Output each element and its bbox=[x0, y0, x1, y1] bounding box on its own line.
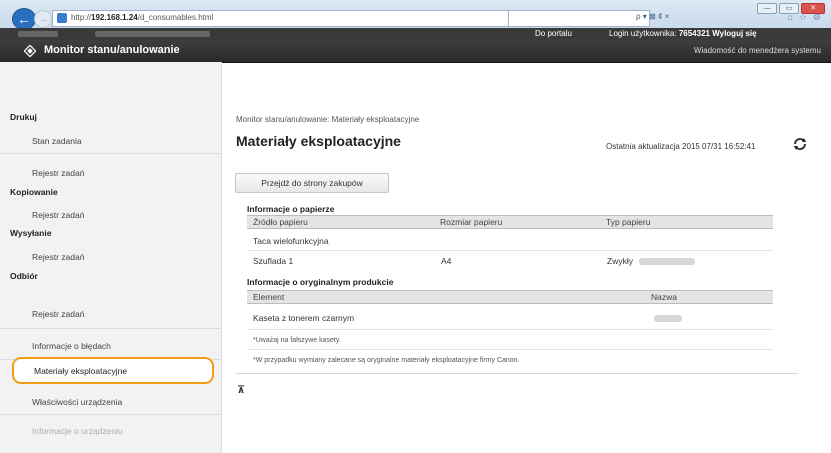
sidebar: Drukuj Stan zadania Rejestr zadań Kopiow… bbox=[0, 62, 222, 453]
login-value: 7654321 bbox=[678, 29, 710, 38]
refresh-icon[interactable] bbox=[792, 136, 808, 152]
back-button[interactable]: ← bbox=[12, 8, 36, 30]
gear-icon[interactable]: ⚙ bbox=[813, 12, 821, 23]
note-text: *W przypadku wymiany zalecane są orygina… bbox=[253, 357, 520, 364]
row-divider bbox=[247, 329, 773, 330]
home-icon[interactable]: ⌂ bbox=[787, 12, 792, 23]
column-header: Typ papieru bbox=[606, 217, 651, 227]
sidebar-heading-receive: Odbiór bbox=[10, 271, 38, 281]
row-divider bbox=[247, 349, 773, 350]
divider bbox=[0, 153, 221, 154]
arrow-right-icon: → bbox=[38, 14, 48, 24]
column-header: Nazwa bbox=[651, 292, 677, 302]
logout-link[interactable]: Wyloguj się bbox=[712, 29, 756, 38]
paper-table-header: Źródło papieru Rozmiar papieru Typ papie… bbox=[247, 215, 773, 229]
column-header: Źródło papieru bbox=[253, 217, 308, 227]
star-icon[interactable]: ☆ bbox=[799, 12, 807, 23]
sidebar-item-receive-log[interactable]: Rejestr zadań bbox=[0, 309, 253, 319]
divider bbox=[0, 328, 221, 329]
minimize-button[interactable]: — bbox=[757, 3, 777, 14]
buy-consumables-button[interactable]: Przejdź do strony zakupów bbox=[235, 173, 389, 193]
divider bbox=[236, 373, 798, 374]
address-tools[interactable]: ρ ▾ ⊠ ¢ × bbox=[636, 12, 669, 21]
row-divider bbox=[247, 250, 773, 251]
app-logo-icon bbox=[24, 45, 36, 57]
sidebar-heading-copy: Kopiowanie bbox=[10, 187, 58, 197]
browser-toolbar: ⌂ ☆ ⚙ bbox=[787, 12, 821, 23]
table-cell: Taca wielofunkcyjna bbox=[253, 236, 329, 246]
sidebar-item-job-status[interactable]: Stan zadania bbox=[0, 136, 253, 146]
sidebar-item-device-properties[interactable]: Właściwości urządzenia bbox=[0, 397, 253, 407]
genuine-info-title: Informacje o oryginalnym produkcie bbox=[247, 277, 394, 287]
column-header: Element bbox=[253, 292, 285, 302]
login-label: Login użytkownika: bbox=[609, 29, 677, 38]
note-text: *Uważaj na fałszywe kasety. bbox=[253, 337, 341, 344]
column-header: Rozmiar papieru bbox=[440, 217, 503, 227]
sidebar-item-label: Materiały eksploatacyjne bbox=[34, 366, 128, 376]
last-update-text: Ostatnia aktualizacja 2015 07/31 16:52:4… bbox=[606, 142, 756, 151]
sidebar-item-send-log[interactable]: Rejestr zadań bbox=[0, 252, 253, 262]
sidebar-item-consumables[interactable]: Materiały eksploatacyjne bbox=[12, 357, 214, 384]
login-info: Login użytkownika: 7654321 Wyloguj się bbox=[609, 29, 757, 38]
paper-info-title: Informacje o papierze bbox=[247, 204, 335, 214]
breadcrumb: Monitor stanu/anulowanie: Materiały eksp… bbox=[236, 115, 420, 124]
sidebar-item-error-info[interactable]: Informacje o błędach bbox=[0, 341, 253, 351]
portal-link[interactable]: Do portalu bbox=[535, 29, 572, 38]
page-title: Materiały eksploatacyjne bbox=[236, 133, 401, 149]
table-cell: Szuflada 1 bbox=[253, 256, 294, 266]
user-bar: Do portalu Login użytkownika: 7654321 Wy… bbox=[0, 28, 831, 40]
app-header: Monitor stanu/anulowanie Wiadomość do me… bbox=[0, 40, 831, 63]
redacted-text bbox=[95, 31, 210, 37]
address-bar[interactable]: http://192.168.1.24/d_consumables.html bbox=[52, 10, 509, 27]
search-input[interactable] bbox=[508, 10, 650, 27]
admin-message-link[interactable]: Wiadomość do menedżera systemu bbox=[694, 46, 821, 55]
table-cell: Zwykły bbox=[607, 256, 633, 266]
back-to-top-icon[interactable]: ⊼ bbox=[237, 385, 245, 396]
sidebar-heading-send: Wysyłanie bbox=[10, 228, 52, 238]
url-host: 192.168.1.24 bbox=[91, 13, 138, 22]
divider bbox=[0, 414, 221, 415]
redacted-text bbox=[639, 258, 695, 265]
arrow-left-icon: ← bbox=[17, 11, 31, 27]
url-path: /d_consumables.html bbox=[137, 13, 214, 22]
forward-button[interactable]: → bbox=[34, 10, 52, 28]
sidebar-item-print-log[interactable]: Rejestr zadań bbox=[0, 168, 253, 178]
page-icon bbox=[57, 13, 67, 23]
genuine-table-header: Element Nazwa bbox=[247, 290, 773, 304]
url-text: http://192.168.1.24/d_consumables.html bbox=[71, 13, 213, 22]
table-cell: A4 bbox=[441, 256, 452, 266]
app-title: Monitor stanu/anulowanie bbox=[44, 44, 180, 56]
redacted-text bbox=[654, 315, 682, 322]
sidebar-heading-print: Drukuj bbox=[10, 112, 37, 122]
sidebar-item-copy-log[interactable]: Rejestr zadań bbox=[0, 210, 253, 220]
table-cell: Kaseta z tonerem czarnym bbox=[253, 313, 355, 323]
url-prefix: http:// bbox=[71, 13, 92, 22]
browser-chrome: — ▭ ✕ ← → http://192.168.1.24/d_consumab… bbox=[0, 0, 831, 30]
sidebar-item-device-info[interactable]: Informacje o urządzeniu bbox=[0, 426, 253, 436]
redacted-text bbox=[18, 31, 58, 37]
